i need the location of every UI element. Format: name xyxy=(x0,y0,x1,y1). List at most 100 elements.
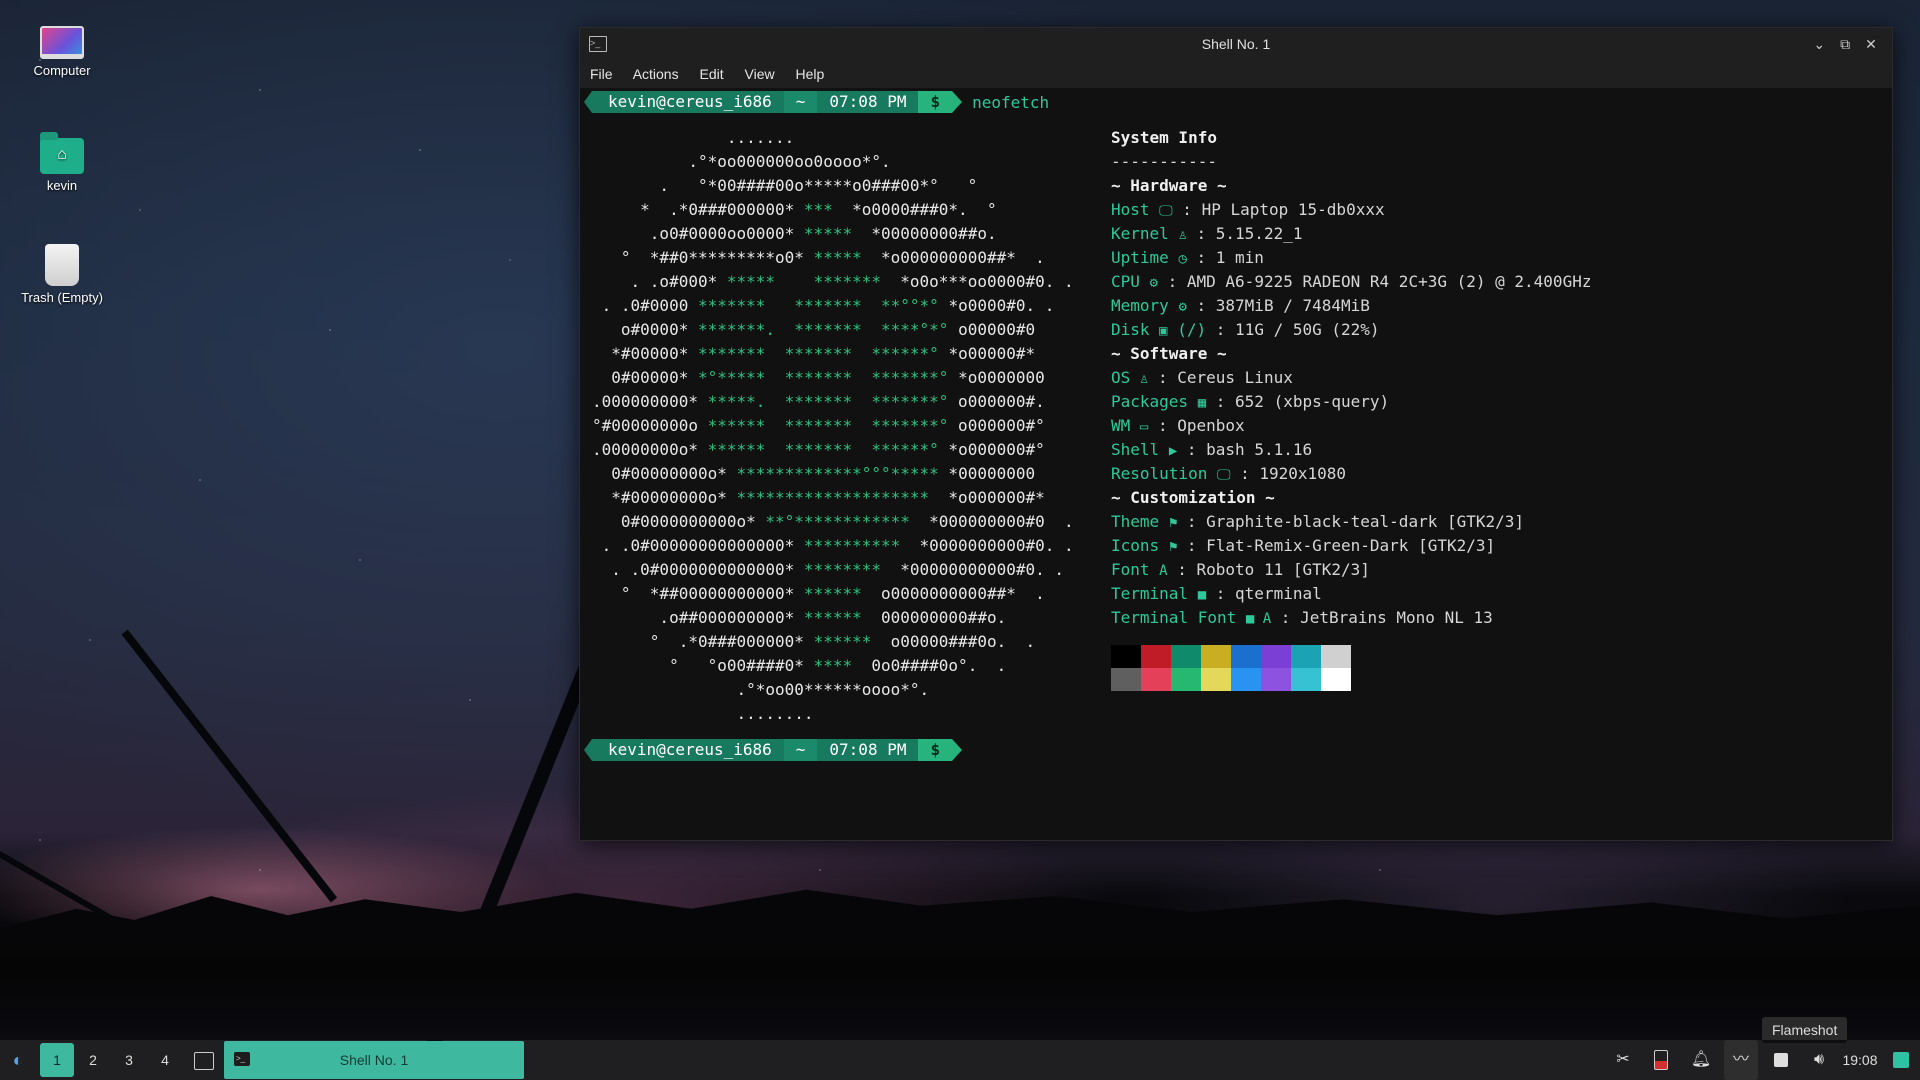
sysinfo-row: Disk ▣ (/) : 11G / 50G (22%) xyxy=(1111,318,1591,342)
sysinfo-value: : Cereus Linux xyxy=(1148,368,1293,387)
workspace-2[interactable]: 2 xyxy=(76,1043,110,1077)
palette-swatch xyxy=(1261,645,1291,668)
terminal-font-icon: ■ A xyxy=(1245,611,1272,627)
desktop-icon-trash[interactable]: Trash (Empty) xyxy=(7,244,117,305)
monitor-icon: 🖵 xyxy=(1216,467,1231,483)
workspace-4[interactable]: 4 xyxy=(148,1043,182,1077)
sysinfo-key-extra: (/) xyxy=(1177,320,1207,339)
sysinfo-key: Host xyxy=(1111,200,1150,219)
flameshot-icon[interactable]: 〰 xyxy=(1724,1040,1758,1080)
workspace-1[interactable]: 1 xyxy=(40,1043,74,1077)
sysinfo-value: : Graphite-black-teal-dark [GTK2/3] xyxy=(1177,512,1525,531)
sysinfo-row: OS ♙ : Cereus Linux xyxy=(1111,366,1591,390)
palette-swatch xyxy=(1201,645,1231,668)
battery-icon[interactable] xyxy=(1648,1040,1674,1080)
volume-icon[interactable]: 🔊︎ xyxy=(1806,1040,1832,1080)
prompt-dir: ~ xyxy=(783,91,818,113)
ascii-logo: ....... .°*oo000000oo0oooo*°. . °*00####… xyxy=(592,128,1074,723)
minimize-button[interactable]: ⌄ xyxy=(1808,28,1830,60)
sysinfo-key: Disk xyxy=(1111,320,1150,339)
prompt-symbol: $ xyxy=(918,91,962,113)
sysinfo-row: Packages ▦ : 652 (xbps-query) xyxy=(1111,390,1591,414)
chip-icon: ⚙ xyxy=(1149,275,1158,291)
tux-icon: ♙ xyxy=(1178,227,1187,243)
task-label: Shell No. 1 xyxy=(339,1052,409,1068)
menu-edit[interactable]: Edit xyxy=(700,66,724,82)
palette-swatch xyxy=(1141,668,1171,691)
terminal-icon: >_ xyxy=(234,1052,250,1066)
lock-screen-icon[interactable] xyxy=(1768,1040,1794,1080)
sysinfo-value: : 11G / 50G (22%) xyxy=(1206,320,1380,339)
sysinfo-key: Terminal xyxy=(1111,584,1189,603)
sysinfo-row: Host 🖵 : HP Laptop 15-db0xxx xyxy=(1111,198,1591,222)
sysinfo-row: CPU ⚙ : AMD A6-9225 RADEON R4 2C+3G (2) … xyxy=(1111,270,1591,294)
terminal-window[interactable]: >_ Shell No. 1 ⌄ ⧉ ✕ File Actions Edit V… xyxy=(579,27,1893,841)
monitor-icon: 🖵 xyxy=(1159,203,1173,219)
palette-swatch xyxy=(1321,645,1351,668)
taskbar: ◐ 1 2 3 4 >_ Shell No. 1 ✂ 🔔︎ 〰 🔊︎ 19:08 xyxy=(0,1040,1920,1080)
command-text: neofetch xyxy=(972,92,1050,112)
terminal-icon: >_ xyxy=(589,36,607,52)
sysinfo-row: Terminal Font ■ A : JetBrains Mono NL 13 xyxy=(1111,606,1591,630)
sysinfo-key: Resolution xyxy=(1111,464,1208,483)
terminal-body[interactable]: kevin@cereus_i686 ~ 07:08 PM $ neofetch … xyxy=(580,88,1892,840)
desktop-icon-label: kevin xyxy=(46,178,78,193)
paint-roller-icon: ⚑ xyxy=(1168,539,1178,555)
sysinfo-key: Icons xyxy=(1111,536,1160,555)
taskbar-task-shell[interactable]: >_ Shell No. 1 xyxy=(224,1041,524,1079)
void-launcher-icon[interactable]: ◐ xyxy=(4,1040,32,1080)
sysinfo-key: Memory xyxy=(1111,296,1169,315)
notification-bell-icon[interactable]: 🔔︎ xyxy=(1688,1040,1714,1080)
show-desktop-icon[interactable] xyxy=(190,1040,218,1080)
prompt-user: kevin@cereus_i686 xyxy=(584,739,784,761)
palette-swatch xyxy=(1231,645,1261,668)
sysinfo-row: Font A : Roboto 11 [GTK2/3] xyxy=(1111,558,1591,582)
network-icon[interactable]: ✂ xyxy=(1610,1040,1636,1080)
sysinfo-key: Theme xyxy=(1111,512,1160,531)
clock[interactable]: 19:08 xyxy=(1838,1040,1882,1080)
sysinfo-row: Kernel ♙ : 5.15.22_1 xyxy=(1111,222,1591,246)
sysinfo-title: System Info xyxy=(1111,128,1217,147)
sysinfo-row: Terminal ■ : qterminal xyxy=(1111,582,1591,606)
sysinfo-key: Font xyxy=(1111,560,1150,579)
prompt-dir: ~ xyxy=(783,739,818,761)
package-icon: ▦ xyxy=(1197,395,1207,411)
palette-swatch xyxy=(1201,668,1231,691)
sysinfo-divider: ----------- xyxy=(1111,152,1217,171)
menu-actions[interactable]: Actions xyxy=(633,66,679,82)
workspace-3[interactable]: 3 xyxy=(112,1043,146,1077)
sysinfo-value: : 1 min xyxy=(1186,248,1264,267)
sysinfo-key: Uptime xyxy=(1111,248,1169,267)
palette-swatch xyxy=(1111,668,1141,691)
window-titlebar[interactable]: >_ Shell No. 1 ⌄ ⧉ ✕ xyxy=(580,28,1892,60)
desktop-icon-label: Trash (Empty) xyxy=(21,290,103,305)
font-icon: A xyxy=(1159,563,1168,579)
terminal-tray-icon[interactable] xyxy=(1888,1040,1914,1080)
palette-swatch xyxy=(1111,645,1141,668)
home-folder-icon: ⌂ xyxy=(40,132,84,174)
sysinfo-value: : 387MiB / 7484MiB xyxy=(1186,296,1370,315)
terminal-icon: ■ xyxy=(1197,587,1207,603)
sysinfo-key: Kernel xyxy=(1111,224,1169,243)
close-button[interactable]: ✕ xyxy=(1860,28,1882,60)
sysinfo-row: Uptime ◷ : 1 min xyxy=(1111,246,1591,270)
desktop-icon-home[interactable]: ⌂ kevin xyxy=(7,132,117,193)
menu-help[interactable]: Help xyxy=(796,66,825,82)
menu-file[interactable]: File xyxy=(590,66,613,82)
maximize-button[interactable]: ⧉ xyxy=(1834,28,1856,60)
trash-icon xyxy=(45,244,79,286)
menu-bar: File Actions Edit View Help xyxy=(580,60,1892,88)
system-info: System Info ----------- ~ Hardware ~ Host 🖵… xyxy=(1111,126,1591,630)
sysinfo-section-header: ~ Customization ~ xyxy=(1111,488,1275,507)
prompt-line-current: kevin@cereus_i686 ~ 07:08 PM $ xyxy=(584,739,962,761)
sysinfo-key: CPU xyxy=(1111,272,1140,291)
sysinfo-value: : Roboto 11 [GTK2/3] xyxy=(1167,560,1370,579)
palette-row-bright xyxy=(1111,668,1351,691)
window-title: Shell No. 1 xyxy=(1201,36,1271,52)
sysinfo-section-header: ~ Software ~ xyxy=(1111,344,1227,363)
menu-view[interactable]: View xyxy=(745,66,775,82)
memory-icon: ⚙ xyxy=(1178,299,1187,315)
palette-swatch xyxy=(1231,668,1261,691)
sysinfo-row: Icons ⚑ : Flat-Remix-Green-Dark [GTK2/3] xyxy=(1111,534,1591,558)
desktop-icon-computer[interactable]: Computer xyxy=(7,26,117,78)
